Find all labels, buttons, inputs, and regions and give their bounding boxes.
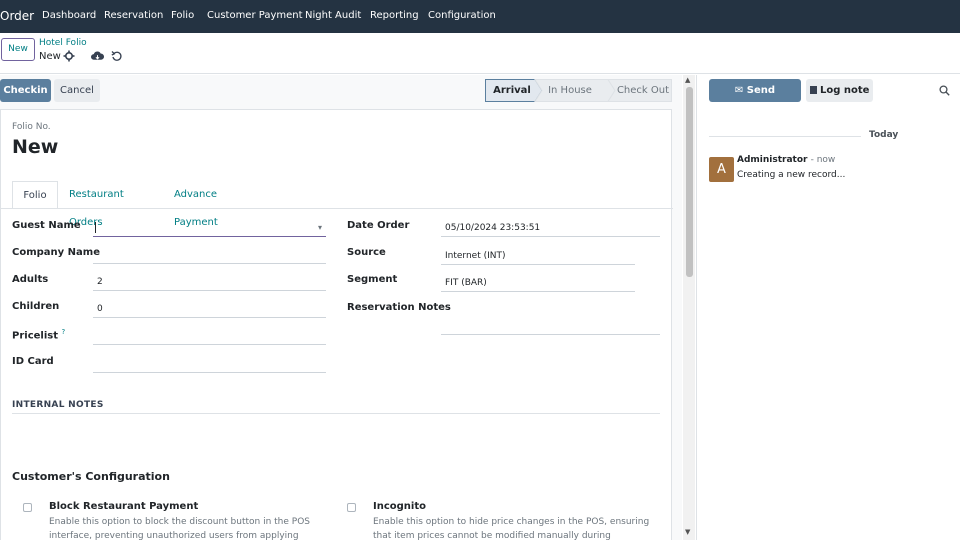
date-separator-label: Today	[869, 130, 899, 140]
children-label: Children	[12, 301, 60, 312]
source-label: Source	[347, 247, 386, 258]
folio-no-value: New	[12, 136, 59, 158]
menu-configuration[interactable]: Configuration	[428, 10, 496, 21]
form-sheet: Folio No. New Folio Restaurant Orders Ad…	[0, 109, 673, 540]
tab-divider	[1, 208, 673, 209]
segment-label: Segment	[347, 274, 398, 285]
discard-undo-icon[interactable]	[111, 50, 123, 62]
message-author-name[interactable]: Administrator	[737, 155, 807, 165]
pricelist-label: Pricelist ?	[12, 328, 65, 341]
note-icon	[809, 86, 817, 94]
cancel-button[interactable]: Cancel	[54, 79, 100, 102]
stage-check-out[interactable]: Check Out	[615, 79, 671, 102]
block-restaurant-payment-desc-2: interface, preventing unauthorized users…	[49, 531, 299, 540]
guest-name-input[interactable]: ▾	[93, 219, 326, 237]
scroll-down-arrow-icon[interactable]: ▼	[685, 528, 690, 536]
company-name-label: Company Name	[12, 247, 100, 258]
menu-night-audit[interactable]: Night Audit	[305, 10, 361, 21]
envelope-icon: ✉	[734, 85, 744, 96]
segment-input[interactable]: FIT (BAR)	[441, 274, 635, 292]
stage-in-house[interactable]: In House	[542, 79, 598, 102]
pricelist-label-text: Pricelist	[12, 330, 58, 342]
tab-folio[interactable]: Folio	[12, 181, 58, 209]
date-order-label: Date Order	[347, 220, 410, 231]
log-note-button[interactable]: Log note	[806, 79, 873, 102]
internal-notes-divider	[12, 413, 660, 414]
reservation-notes-label: Reservation Notes	[347, 302, 451, 313]
stage-arrival[interactable]: Arrival	[485, 79, 539, 102]
top-navbar: Order Dashboard Reservation Folio Custom…	[0, 0, 960, 33]
block-restaurant-payment-checkbox[interactable]	[23, 503, 32, 512]
new-record-button[interactable]: New	[1, 38, 35, 61]
message-author: Administrator - now	[737, 155, 835, 165]
menu-folio[interactable]: Folio	[171, 10, 194, 21]
send-message-button[interactable]: ✉ Send message	[709, 79, 801, 119]
menu-dashboard[interactable]: Dashboard	[42, 10, 96, 21]
children-input[interactable]: 0	[93, 300, 326, 318]
id-card-input[interactable]	[93, 355, 326, 373]
text-cursor	[95, 222, 96, 233]
message-time: - now	[810, 155, 836, 165]
chatter-panel: ✉ Send message Log note Today A Administ…	[696, 75, 960, 540]
tab-advance-payment[interactable]: Advance Payment	[174, 181, 218, 228]
date-separator: Today	[697, 130, 960, 144]
folio-no-label: Folio No.	[12, 122, 51, 132]
incognito-checkbox[interactable]	[347, 503, 356, 512]
search-icon[interactable]	[939, 85, 950, 96]
date-order-input[interactable]: 05/10/2024 23:53:51	[441, 219, 660, 237]
adults-label: Adults	[12, 274, 49, 285]
checkin-button[interactable]: Checkin	[0, 79, 51, 102]
reservation-notes-input[interactable]	[441, 317, 660, 335]
message-body: Creating a new record...	[737, 170, 846, 180]
pricelist-input[interactable]	[93, 327, 326, 345]
menu-reporting[interactable]: Reporting	[370, 10, 419, 21]
internal-notes-title: INTERNAL NOTES	[12, 400, 104, 410]
control-panel: New Hotel Folio New	[0, 33, 960, 74]
menu-customer-payment[interactable]: Customer Payment	[207, 10, 303, 21]
block-restaurant-payment-label: Block Restaurant Payment	[49, 501, 199, 512]
log-note-label: Log note	[820, 85, 870, 96]
avatar[interactable]: A	[709, 157, 734, 182]
guest-name-label: Guest Name	[12, 220, 81, 231]
dropdown-caret-icon[interactable]: ▾	[318, 219, 322, 237]
block-restaurant-payment-desc-1: Enable this option to block the discount…	[49, 517, 311, 527]
date-separator-line-left	[709, 136, 861, 137]
form-pane: Checkin Cancel Arrival In House Check Ou…	[0, 75, 682, 540]
incognito-desc-2: that item prices cannot be modified manu…	[373, 531, 611, 540]
incognito-label: Incognito	[373, 501, 426, 512]
company-name-input[interactable]	[93, 246, 326, 264]
source-input[interactable]: Internet (INT)	[441, 247, 635, 265]
app-name[interactable]: Order	[0, 9, 34, 23]
menu-reservation[interactable]: Reservation	[104, 10, 163, 21]
scroll-up-arrow-icon[interactable]: ▲	[685, 76, 690, 84]
save-cloud-icon[interactable]	[91, 50, 104, 62]
breadcrumb-parent[interactable]: Hotel Folio	[39, 38, 87, 48]
tab-restaurant-orders[interactable]: Restaurant Orders	[69, 181, 124, 228]
adults-input[interactable]: 2	[93, 273, 326, 291]
gear-icon[interactable]	[63, 50, 75, 62]
incognito-desc-1: Enable this option to hide price changes…	[373, 517, 650, 527]
customer-config-title: Customer's Configuration	[12, 470, 170, 483]
help-tooltip-icon[interactable]: ?	[61, 328, 65, 336]
scroll-thumb[interactable]	[686, 87, 693, 277]
breadcrumb-current: New	[39, 51, 61, 62]
id-card-label: ID Card	[12, 356, 54, 367]
form-scrollbar[interactable]: ▲ ▼	[683, 75, 695, 540]
